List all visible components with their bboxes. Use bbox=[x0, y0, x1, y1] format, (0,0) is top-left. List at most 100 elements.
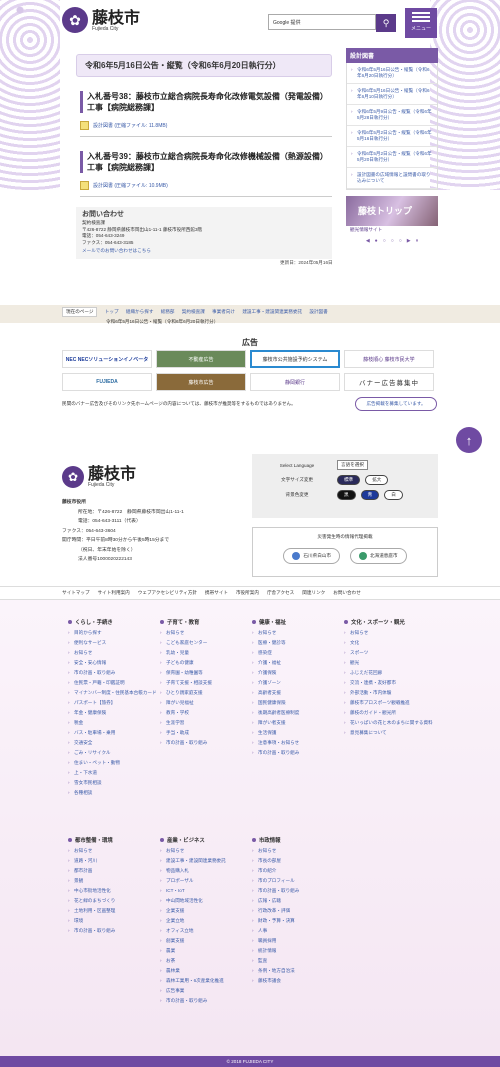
category-link[interactable]: 市長の部屋 bbox=[252, 858, 342, 864]
category-link[interactable]: 市の紹介 bbox=[252, 868, 342, 874]
pause-icon[interactable]: ⏸ bbox=[416, 238, 419, 244]
font-size-standard-button[interactable]: 標準 bbox=[337, 475, 361, 485]
category-link[interactable]: 景観 bbox=[68, 878, 158, 884]
category-link[interactable]: 市の計画・取り組み bbox=[252, 888, 342, 894]
category-link[interactable]: ふじえだ花回廊 bbox=[344, 670, 434, 676]
ad-banner[interactable]: NEC NECソリューションイノベータ bbox=[62, 350, 152, 368]
category-link[interactable]: 建設工事・建設関連業務委託 bbox=[160, 858, 250, 864]
ad-banner[interactable]: 藤枝市公共施設予約システム bbox=[250, 350, 340, 368]
category-link[interactable]: 藤枝市プロスポーツ観戦推進 bbox=[344, 700, 434, 706]
category-link[interactable]: お知らせ bbox=[68, 650, 158, 656]
category-link[interactable]: 雪女市民相談 bbox=[68, 780, 158, 786]
menu-button[interactable]: メニュー bbox=[405, 8, 437, 38]
category-link[interactable]: 介護・福祉 bbox=[252, 660, 342, 666]
category-link[interactable]: 企業立地 bbox=[160, 918, 250, 924]
category-link[interactable]: 農林業 bbox=[160, 968, 250, 974]
breadcrumb-item[interactable]: 組織から探す bbox=[126, 309, 154, 314]
category-link[interactable]: 都市計画 bbox=[68, 868, 158, 874]
ad-banner[interactable]: FUJIEDA bbox=[62, 373, 152, 391]
category-link[interactable]: 交流・連携・友好都市 bbox=[344, 680, 434, 686]
category-link[interactable]: 土地利用・区画整理 bbox=[68, 908, 158, 914]
category-heading[interactable]: 健康・福祉 bbox=[252, 618, 342, 626]
breadcrumb-item[interactable]: 契約検査課 bbox=[182, 309, 205, 314]
category-link[interactable]: お知らせ bbox=[344, 630, 434, 636]
sidebar-item[interactable]: 令和6年5月16日公告・縦覧（令和6年6月20日執行分） bbox=[347, 63, 437, 84]
category-heading[interactable]: 子育て・教育 bbox=[160, 618, 250, 626]
site-logo[interactable]: ✿ 藤枝市 Fujieda City bbox=[62, 7, 140, 33]
partner-city-link[interactable]: 北海道恵庭市 bbox=[350, 548, 407, 564]
category-link[interactable]: 高齢者支援 bbox=[252, 690, 342, 696]
download-label[interactable]: 設計図書 (圧縮ファイル: 10.9MB) bbox=[93, 182, 168, 189]
category-link[interactable]: お知らせ bbox=[252, 630, 342, 636]
category-link[interactable]: 医療・健診等 bbox=[252, 640, 342, 646]
category-link[interactable]: 企業支援 bbox=[160, 908, 250, 914]
category-link[interactable]: お知らせ bbox=[68, 848, 158, 854]
category-link[interactable]: ICT・IoT bbox=[160, 888, 250, 894]
category-link[interactable]: 後期高齢者医療制度 bbox=[252, 710, 342, 716]
category-heading[interactable]: 産業・ビジネス bbox=[160, 836, 250, 844]
category-link[interactable]: 条例・地方自治法 bbox=[252, 968, 342, 974]
category-link[interactable]: 生活保護 bbox=[252, 730, 342, 736]
carousel-dot[interactable]: ● bbox=[375, 238, 378, 244]
category-link[interactable]: 行政改革・評価 bbox=[252, 908, 342, 914]
category-link[interactable]: 上・下水道 bbox=[68, 770, 158, 776]
category-link[interactable]: 注意事項・お知らせ bbox=[252, 740, 342, 746]
category-link[interactable]: ひとり親家庭支援 bbox=[160, 690, 250, 696]
category-link[interactable]: 中山間地域活性化 bbox=[160, 898, 250, 904]
footer-logo[interactable]: ✿ 藤枝市 Fujieda City bbox=[62, 465, 136, 488]
footer-link[interactable]: ウェブアクセシビリティ方針 bbox=[138, 590, 197, 596]
category-link[interactable]: 財政・予算・決算 bbox=[252, 918, 342, 924]
footer-link[interactable]: お問い合わせ bbox=[333, 590, 361, 596]
category-link[interactable]: 道路・河川 bbox=[68, 858, 158, 864]
category-link[interactable]: 住まい・ペット・動物 bbox=[68, 760, 158, 766]
category-link[interactable]: プロポーザル bbox=[160, 878, 250, 884]
category-heading[interactable]: くらし・手続き bbox=[68, 618, 158, 626]
footer-link[interactable]: 関連リンク bbox=[302, 590, 325, 596]
footer-link[interactable]: 市役所案内 bbox=[236, 590, 259, 596]
category-link[interactable]: お知らせ bbox=[160, 848, 250, 854]
bg-white-button[interactable]: 白 bbox=[384, 490, 403, 500]
category-link[interactable]: 環境 bbox=[68, 918, 158, 924]
category-link[interactable]: 文化 bbox=[344, 640, 434, 646]
breadcrumb-item[interactable]: 建設工事・建設関連業務委託 bbox=[242, 309, 302, 314]
category-link[interactable]: 統計情報 bbox=[252, 948, 342, 954]
category-link[interactable]: 藤枝のガイド・観光所 bbox=[344, 710, 434, 716]
footer-link[interactable]: サイトマップ bbox=[62, 590, 90, 596]
breadcrumb-item[interactable]: トップ bbox=[105, 309, 119, 314]
footer-link[interactable]: 携帯サイト bbox=[205, 590, 228, 596]
category-heading[interactable]: 文化・スポーツ・観光 bbox=[344, 618, 434, 626]
ad-banner[interactable]: 不動産広告 bbox=[156, 350, 246, 368]
category-link[interactable]: 花いっぱいの花と木のまちに関する資料 bbox=[344, 720, 434, 726]
language-select[interactable]: 言語を選択 bbox=[337, 460, 368, 470]
carousel-dot[interactable]: ○ bbox=[399, 238, 402, 244]
category-link[interactable]: 交通安全 bbox=[68, 740, 158, 746]
category-link[interactable]: 障がい児福祉 bbox=[160, 700, 250, 706]
category-link[interactable]: 市の計画・取り組み bbox=[252, 750, 342, 756]
category-link[interactable]: 子どもの健康 bbox=[160, 660, 250, 666]
category-link[interactable]: 保育園・幼稚園等 bbox=[160, 670, 250, 676]
bg-blue-button[interactable]: 青 bbox=[360, 490, 380, 500]
category-link[interactable]: 物品購入札 bbox=[160, 868, 250, 874]
category-link[interactable]: 職員採用 bbox=[252, 938, 342, 944]
category-link[interactable]: ごみ・リサイクル bbox=[68, 750, 158, 756]
category-link[interactable]: 障がい者支援 bbox=[252, 720, 342, 726]
breadcrumb-item[interactable]: 総務部 bbox=[161, 309, 175, 314]
category-link[interactable]: マイナンバー制度・住民基本台帳カード bbox=[68, 690, 158, 696]
category-link[interactable]: 広告事業 bbox=[160, 988, 250, 994]
sidebar-item[interactable]: 令和6年5月2日公告・縦覧（令和6年5月16日執行分） bbox=[347, 126, 437, 147]
ad-banner[interactable]: 静岡銀行 bbox=[250, 373, 340, 391]
category-link[interactable]: 創業支援 bbox=[160, 938, 250, 944]
sidebar-item[interactable]: 令和6年5月16日公告・縦覧（令和6年6月10日執行分） bbox=[347, 84, 437, 105]
category-link[interactable]: オフィス立地 bbox=[160, 928, 250, 934]
category-link[interactable]: パスポート【旅券】 bbox=[68, 700, 158, 706]
category-link[interactable]: 外部活動・市内体験 bbox=[344, 690, 434, 696]
category-link[interactable]: 観光 bbox=[344, 660, 434, 666]
carousel-dot[interactable]: ○ bbox=[383, 238, 386, 244]
category-link[interactable]: 介護保険 bbox=[252, 670, 342, 676]
search-input[interactable]: Google 提供 bbox=[268, 14, 376, 30]
category-link[interactable]: 農業 bbox=[160, 948, 250, 954]
category-link[interactable]: 広報・広聴 bbox=[252, 898, 342, 904]
category-link[interactable]: お知らせ bbox=[160, 630, 250, 636]
bg-black-button[interactable]: 黒 bbox=[337, 490, 356, 500]
breadcrumb-item[interactable]: 設計図書 bbox=[309, 309, 327, 314]
